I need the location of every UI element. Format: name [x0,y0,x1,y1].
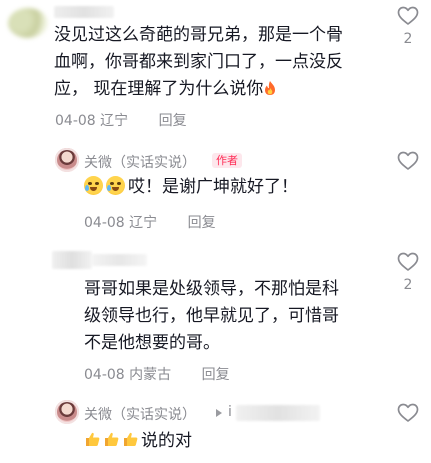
commenter-name-redacted[interactable] [92,254,147,266]
comment-date: 04-08 [84,367,125,383]
like-count: 2 [403,277,413,293]
crying-laughing-emoji-icon [84,176,103,195]
comment-line: 血啊，你哥都来到家门口了，一点没反 [54,52,343,72]
reply-text-content: 说的对 [141,431,192,451]
heart-outline-icon[interactable] [397,252,419,272]
comment-meta: 04-08 辽宁 回复 [55,110,187,130]
fire-emoji-icon [265,81,276,95]
author-avatar[interactable] [55,400,79,424]
reply-author-name[interactable]: 关微（实话实说） [84,404,196,424]
comment-line-text: 应， 现在理解了为什么说你 [54,79,264,99]
comment-line: 哥哥如果是处级领导，不那怕是科 [84,279,339,299]
comment-text: 没见过这么奇葩的哥兄弟，那是一个骨 血啊，你哥都来到家门口了，一点没反 应， 现… [54,22,384,103]
comment-text: 哥哥如果是处级领导，不那怕是科 级领导也行，他早就见了，可惜哥 不是他想要的哥。 [84,276,384,357]
reply-author-name[interactable]: 关微（实话实说） [84,152,196,172]
author-tag-badge: 作者 [212,153,242,168]
commenter-name-redacted[interactable] [54,6,114,18]
commenter-avatar[interactable] [8,8,48,38]
thumbs-up-emoji-icon [103,430,120,447]
thumbs-up-emoji-icon [122,430,139,447]
reply-button[interactable]: 回复 [188,215,216,231]
comment-line: 没见过这么奇葩的哥兄弟，那是一个骨 [54,25,343,45]
reply-to-name-partial[interactable]: i [228,404,232,420]
reply-button[interactable]: 回复 [159,113,187,129]
author-avatar[interactable] [55,148,79,172]
crying-laughing-emoji-icon [106,176,125,195]
commenter-avatar-redacted[interactable] [52,251,92,269]
reply-meta: 04-08 辽宁 回复 [84,212,216,232]
comment-date: 04-08 [55,113,96,129]
comment-line: 应， 现在理解了为什么说你 [54,76,384,103]
reply-text: 哎！是谢广坤就好了！ [84,174,298,201]
reply-location: 辽宁 [129,215,158,231]
reply-date: 04-08 [84,215,125,231]
like-count: 2 [403,31,413,47]
comment-meta: 04-08 内蒙古 回复 [84,364,230,384]
reply-button[interactable]: 回复 [202,367,230,383]
reply-text-content: 哎！是谢广坤就好了！ [128,177,298,197]
comment-line: 级领导也行，他早就见了，可惜哥 [84,306,339,326]
comment-line: 不是他想要的哥。 [84,333,220,353]
reply-text: 说的对 [84,428,192,455]
comment-location: 辽宁 [100,113,129,129]
play-arrow-icon [216,409,222,417]
heart-outline-icon[interactable] [397,403,419,423]
thumbs-up-emoji-icon [84,430,101,447]
comment-location: 内蒙古 [129,367,172,383]
heart-outline-icon[interactable] [397,6,419,26]
heart-outline-icon[interactable] [397,151,419,171]
reply-to-name-redacted [236,405,320,421]
